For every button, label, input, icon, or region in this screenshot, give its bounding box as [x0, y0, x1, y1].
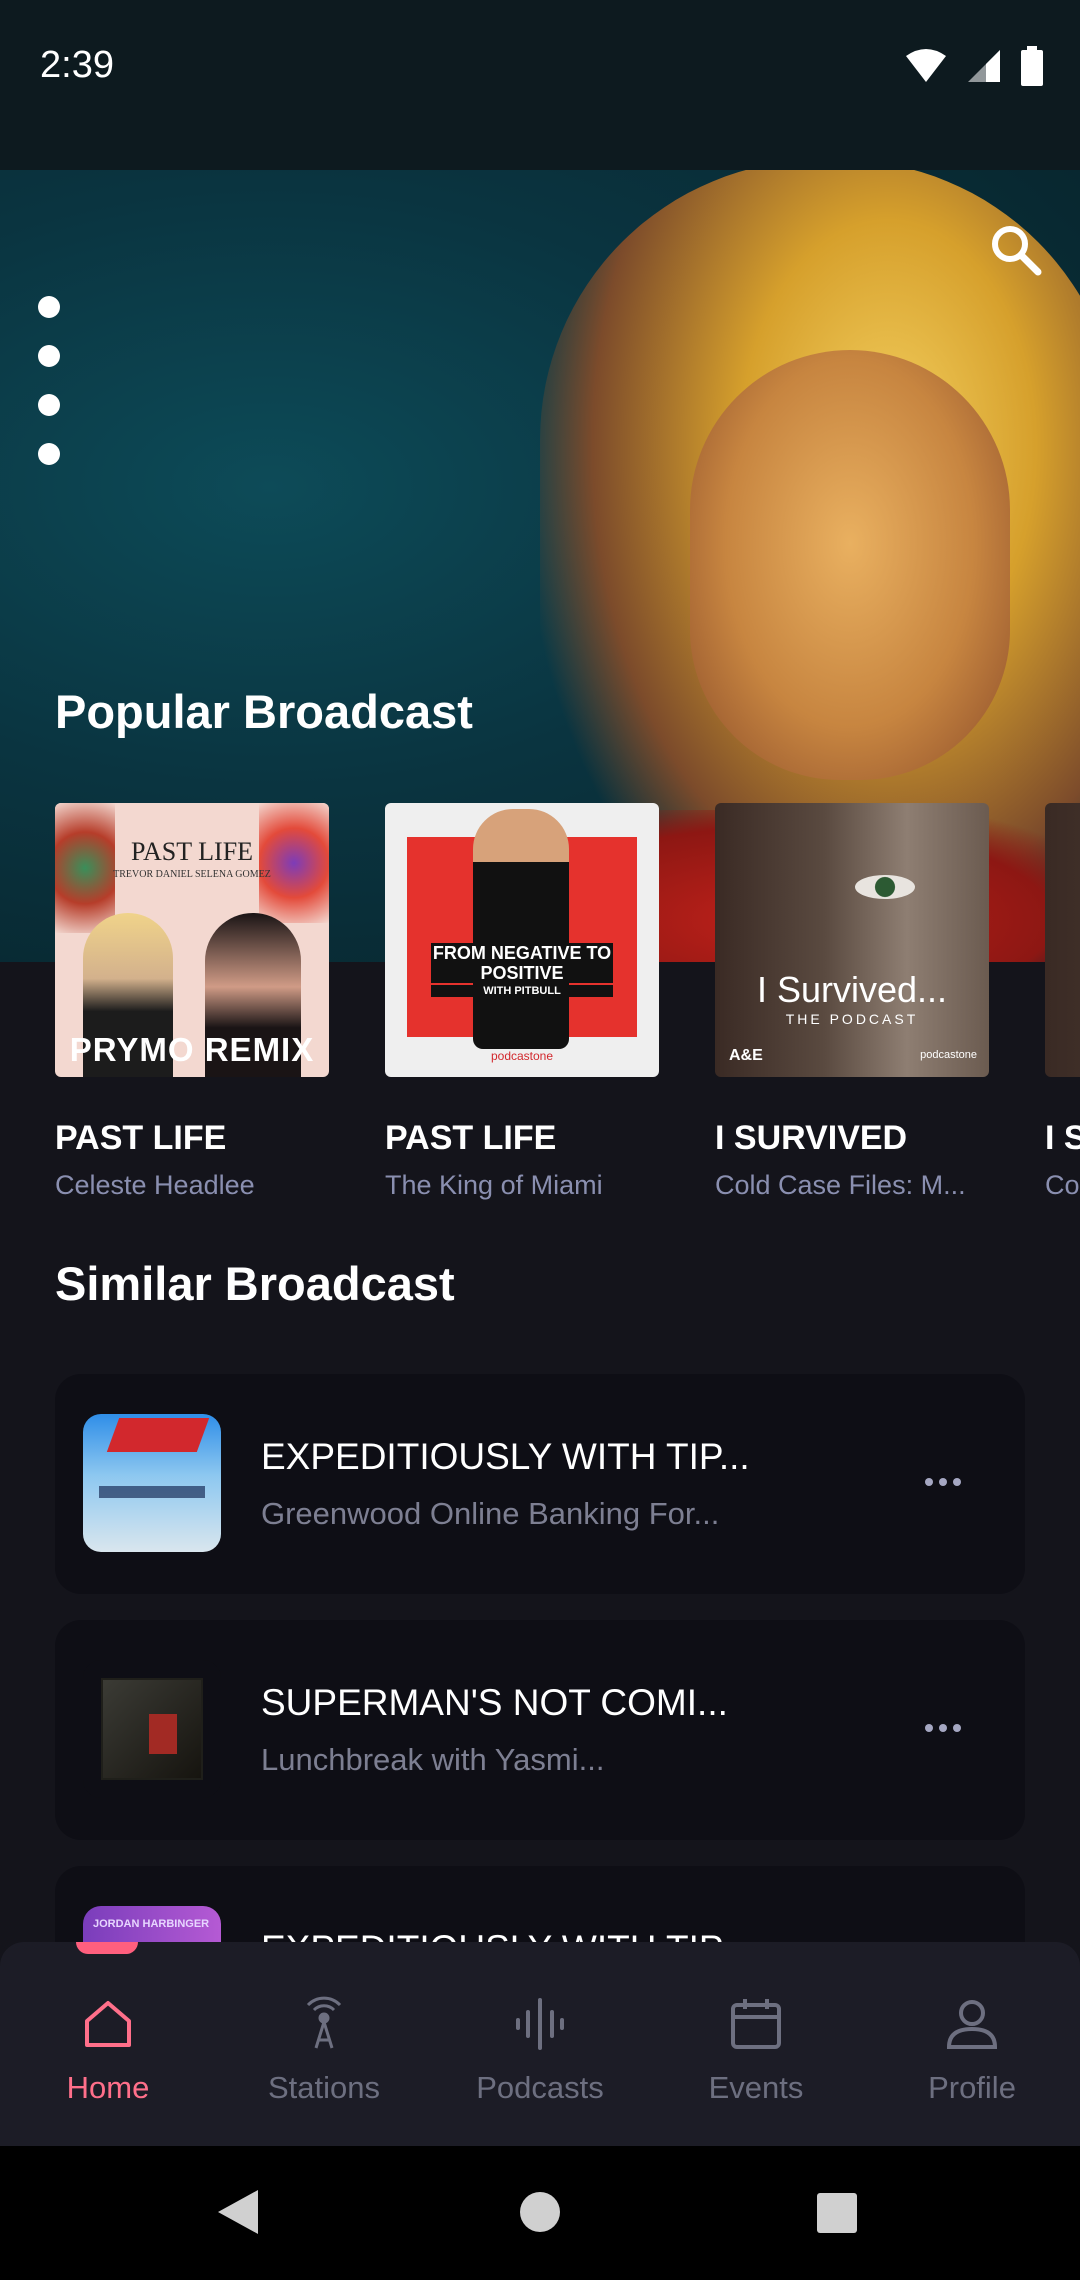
cover-art-brand: podcastone	[490, 1049, 554, 1063]
bottom-navigation: Home Stations Podcasts Events Profile	[0, 1942, 1080, 2146]
more-dot	[953, 1724, 961, 1732]
nav-label: Podcasts	[476, 2070, 604, 2105]
nav-label: Stations	[267, 2070, 380, 2105]
nav-label: Home	[66, 2070, 150, 2105]
cover-art-subtitle: THE PODCAST	[785, 1011, 919, 1027]
cover-art: I Survived... THE PODCAST A&E podcastone	[715, 803, 989, 1077]
list-item[interactable]: SUPERMAN'S NOT COMI... Lunchbreak with Y…	[55, 1620, 1025, 1840]
menu-dot	[38, 345, 60, 367]
more-dot	[925, 1724, 933, 1732]
cover-art-logo: A&E	[729, 1047, 763, 1064]
waveform-icon	[510, 1994, 570, 2054]
home-circle-icon[interactable]	[518, 2190, 562, 2234]
broadcast-card[interactable]: PAST LIFE TREVOR DANIEL SELENA GOMEZ PRY…	[55, 803, 329, 1201]
home-icon	[78, 1994, 138, 2054]
search-button[interactable]	[980, 214, 1052, 286]
status-bar: 2:39	[0, 0, 1080, 170]
battery-icon	[1021, 46, 1043, 86]
list-item-title: EXPEDITIOUSLY WITH TIP...	[261, 1436, 750, 1477]
back-icon[interactable]	[216, 2188, 260, 2236]
calendar-icon	[726, 1994, 786, 2054]
search-icon	[992, 226, 1042, 276]
thumbnail	[83, 1414, 221, 1552]
more-options-button[interactable]	[925, 1472, 965, 1492]
nav-podcasts[interactable]: Podcasts	[432, 1942, 648, 2146]
status-icons	[904, 46, 1044, 86]
hero-artist-face	[690, 350, 1010, 780]
card-title: PAST LIFE	[55, 1119, 227, 1157]
nav-home[interactable]: Home	[0, 1942, 216, 2146]
list-item-subtitle: Lunchbreak with Yasmi...	[261, 1742, 605, 1777]
recents-icon[interactable]	[816, 2192, 858, 2234]
cover-art-brand: podcastone	[920, 1049, 977, 1061]
card-subtitle: Cold Case Files: M...	[715, 1170, 966, 1200]
cover-art-names: TREVOR DANIEL SELENA GOMEZ	[113, 869, 271, 880]
cover-art: PAST LIFE TREVOR DANIEL SELENA GOMEZ PRY…	[55, 803, 329, 1077]
cover-art	[1045, 803, 1080, 1077]
broadcast-card[interactable]: I Survived... THE PODCAST A&E podcastone…	[715, 803, 989, 1201]
cover-art-title: I Survived...	[756, 969, 948, 1010]
nav-label: Events	[708, 2070, 804, 2105]
card-subtitle: Co	[1045, 1170, 1080, 1200]
broadcast-icon	[294, 1994, 354, 2054]
card-subtitle: Celeste Headlee	[55, 1170, 255, 1200]
broadcast-card[interactable]: FROM NEGATIVE TO POSITIVE WITH PITBULL p…	[385, 803, 659, 1201]
list-item-subtitle: Greenwood Online Banking For...	[261, 1496, 720, 1531]
nav-events[interactable]: Events	[648, 1942, 864, 2146]
broadcast-card-partial[interactable]: I S Co	[1045, 803, 1080, 1201]
thumbnail	[83, 1660, 221, 1798]
popular-section-title: Popular Broadcast	[55, 685, 473, 738]
status-time: 2:39	[40, 44, 114, 86]
system-navigation-bar	[0, 2146, 1080, 2280]
more-dot	[925, 1478, 933, 1486]
cover-art: FROM NEGATIVE TO POSITIVE WITH PITBULL p…	[385, 803, 659, 1077]
cover-art-title: PAST LIFE	[130, 837, 254, 866]
nav-stations[interactable]: Stations	[216, 1942, 432, 2146]
active-indicator	[76, 1942, 138, 1954]
menu-dot	[38, 394, 60, 416]
more-dot	[953, 1478, 961, 1486]
cover-art-title: FROM NEGATIVE TO POSITIVE	[431, 943, 613, 983]
similar-section-title: Similar Broadcast	[55, 1257, 455, 1310]
menu-dot	[38, 296, 60, 318]
card-title: I SURVIVED	[715, 1119, 908, 1157]
card-subtitle: The King of Miami	[385, 1170, 603, 1200]
cover-art-remix: PRYMO REMIX	[69, 1031, 315, 1068]
popular-carousel[interactable]: PAST LIFE TREVOR DANIEL SELENA GOMEZ PRY…	[55, 803, 1080, 1201]
list-item-title: SUPERMAN'S NOT COMI...	[261, 1682, 728, 1723]
signal-icon	[968, 50, 1000, 82]
more-dot	[939, 1724, 947, 1732]
wifi-icon	[906, 49, 946, 82]
nav-profile[interactable]: Profile	[864, 1942, 1080, 2146]
nav-label: Profile	[928, 2070, 1016, 2105]
cover-art-with: WITH PITBULL	[431, 985, 613, 997]
thumbnail-text: JORDAN HARBINGER	[93, 1918, 210, 1930]
more-dot	[939, 1478, 947, 1486]
card-title: PAST LIFE	[385, 1119, 557, 1157]
list-item[interactable]: EXPEDITIOUSLY WITH TIP... Greenwood Onli…	[55, 1374, 1025, 1594]
person-icon	[942, 1994, 1002, 2054]
card-title: I S	[1045, 1119, 1080, 1157]
menu-button[interactable]	[38, 296, 68, 492]
menu-dot	[38, 443, 60, 465]
more-options-button[interactable]	[925, 1718, 965, 1738]
